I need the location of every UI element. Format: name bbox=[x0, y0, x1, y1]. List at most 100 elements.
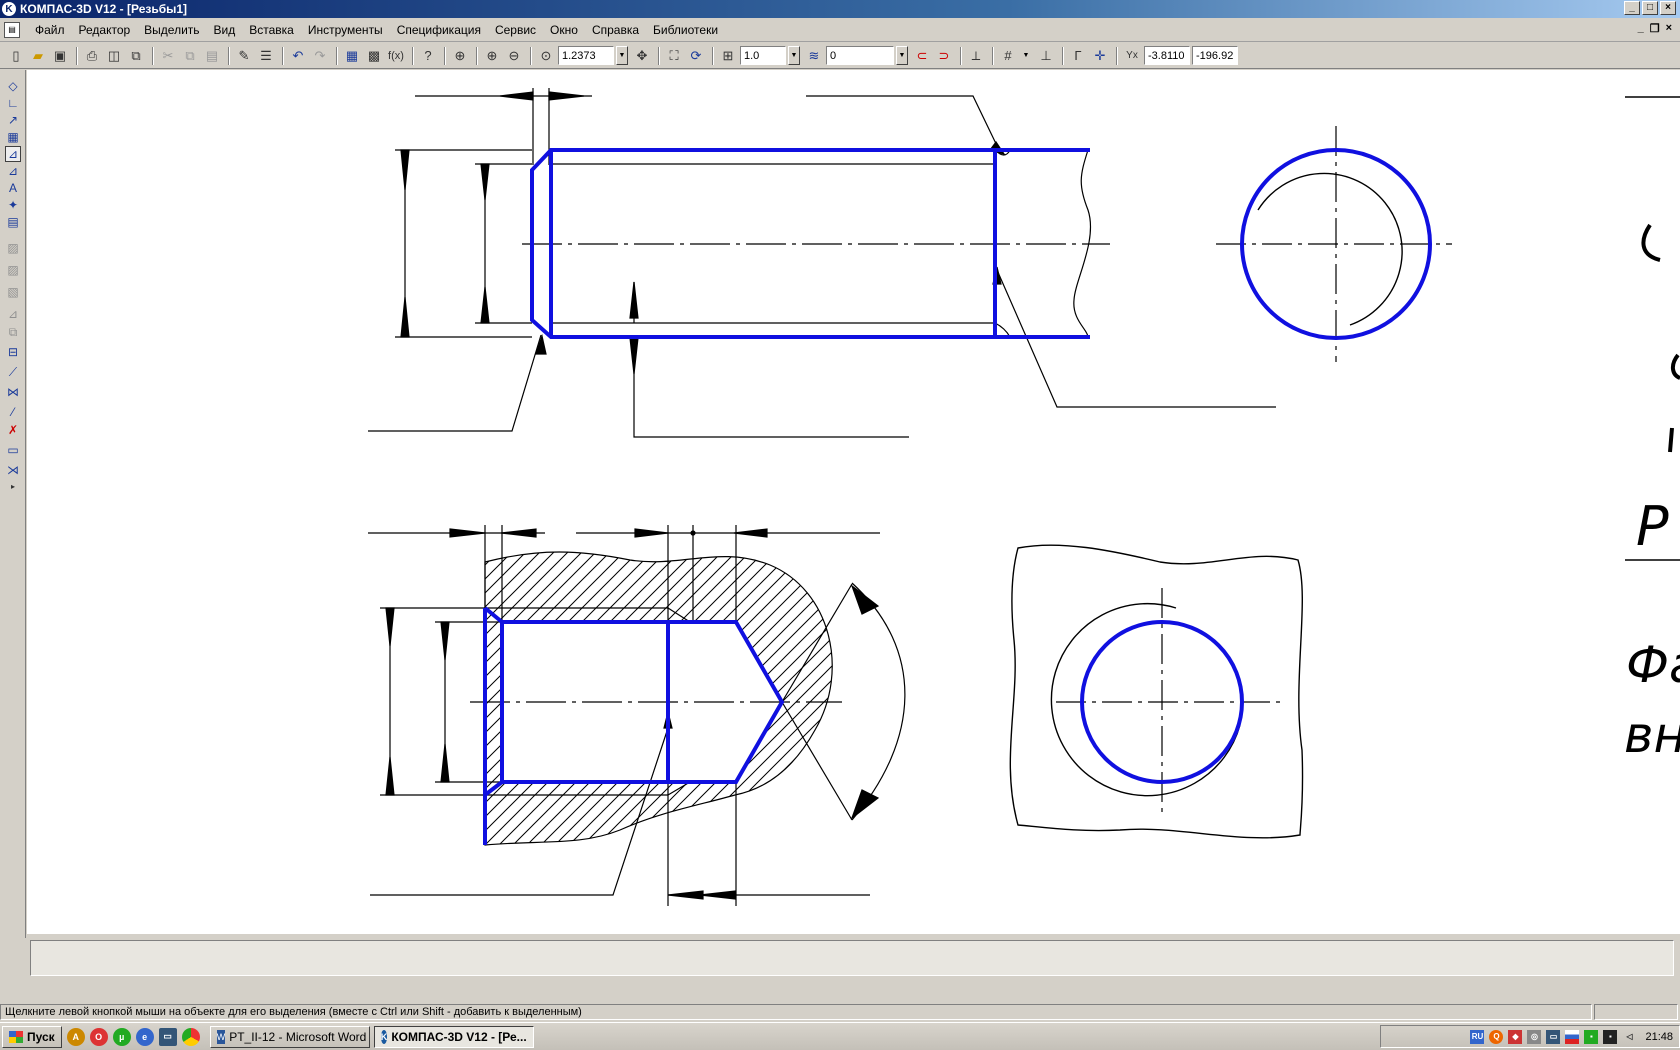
insert-icon[interactable]: ▨ bbox=[5, 262, 21, 278]
document-icon[interactable]: ▤ bbox=[4, 21, 20, 38]
paste-icon[interactable]: ▤ bbox=[202, 46, 222, 66]
menu-libraries[interactable]: Библиотеки bbox=[646, 23, 725, 37]
quicklaunch-chrome-icon[interactable] bbox=[181, 1027, 200, 1046]
geometry-icon[interactable]: ◇ bbox=[5, 78, 21, 94]
new-file-icon[interactable]: ▯ bbox=[6, 46, 26, 66]
rectangle-icon[interactable]: ▭ bbox=[5, 442, 21, 458]
multiline-icon[interactable]: ⧉ bbox=[5, 324, 21, 340]
associative-views-icon[interactable]: ✦ bbox=[5, 197, 21, 213]
snap-local-icon[interactable]: ⊃ bbox=[934, 46, 954, 66]
macro-icon[interactable]: ⊿ bbox=[5, 306, 21, 322]
drawing-sheet[interactable]: Р Фа вн bbox=[27, 70, 1680, 934]
tray-black-icon[interactable]: ▪ bbox=[1603, 1029, 1618, 1044]
quicklaunch-opera-icon[interactable]: O bbox=[89, 1027, 108, 1046]
minimize-button[interactable]: _ bbox=[1624, 1, 1640, 15]
tray-network-icon[interactable]: ◎ bbox=[1527, 1029, 1542, 1044]
language-indicator[interactable]: RU bbox=[1470, 1029, 1485, 1044]
snap-cursor-icon[interactable]: ✛ bbox=[1090, 46, 1110, 66]
cut-icon[interactable]: ✂ bbox=[158, 46, 178, 66]
round-icon[interactable]: Γ bbox=[1068, 46, 1088, 66]
select-icon[interactable]: A bbox=[5, 180, 21, 196]
format-brush-icon[interactable]: ✎ bbox=[234, 46, 254, 66]
close-button[interactable]: × bbox=[1660, 1, 1676, 15]
menu-insert[interactable]: Вставка bbox=[242, 23, 301, 37]
drawing-canvas[interactable]: Р Фа вн bbox=[27, 70, 1680, 934]
hatch-icon[interactable]: ⊟ bbox=[5, 344, 21, 360]
bisector-icon[interactable]: ⋈ bbox=[5, 384, 21, 400]
doc-close-button[interactable]: × bbox=[1666, 22, 1672, 35]
delete-icon[interactable]: ✗ bbox=[5, 422, 21, 438]
doc-minimize-button[interactable]: _ bbox=[1638, 22, 1644, 35]
show-all-icon[interactable]: ⛶ bbox=[664, 46, 684, 66]
manager-icon[interactable]: ▦ bbox=[342, 46, 362, 66]
properties-panel[interactable] bbox=[30, 940, 1674, 976]
redo-icon[interactable]: ↷ bbox=[310, 46, 330, 66]
start-button[interactable]: Пуск bbox=[2, 1025, 62, 1048]
designations-icon[interactable]: ↗ bbox=[5, 112, 21, 128]
step-icon[interactable]: ⊞ bbox=[718, 46, 738, 66]
zoom-out-icon[interactable]: ⊖ bbox=[504, 46, 524, 66]
copy-icon[interactable]: ⧉ bbox=[180, 46, 200, 66]
print-icon[interactable]: ⎙ bbox=[82, 46, 102, 66]
grid-dropdown-icon[interactable]: ▼ bbox=[1020, 46, 1032, 65]
copy-props-icon[interactable]: ⧉ bbox=[126, 46, 146, 66]
ortho-icon[interactable]: ⟂ bbox=[966, 46, 986, 66]
coord-y-field[interactable]: -196.92 bbox=[1192, 46, 1238, 65]
menu-specification[interactable]: Спецификация bbox=[390, 23, 488, 37]
menu-select[interactable]: Выделить bbox=[137, 23, 206, 37]
library-icon[interactable]: ▩ bbox=[364, 46, 384, 66]
menu-editor[interactable]: Редактор bbox=[72, 23, 138, 37]
zoom-scale-icon[interactable]: ⊙ bbox=[536, 46, 556, 66]
report-icon[interactable]: ▨ bbox=[5, 240, 21, 256]
parametrization-icon[interactable]: ⊿ bbox=[5, 146, 21, 162]
pan-icon[interactable]: ✥ bbox=[632, 46, 652, 66]
hole-end-view[interactable] bbox=[1009, 544, 1304, 839]
rod-end-view[interactable] bbox=[1216, 126, 1452, 362]
tray-app-icon[interactable]: Q bbox=[1489, 1029, 1504, 1044]
menu-window[interactable]: Окно bbox=[543, 23, 585, 37]
layer-field[interactable]: 0 bbox=[826, 46, 894, 65]
quicklaunch-app-icon[interactable]: A bbox=[66, 1027, 85, 1046]
print-preview-icon[interactable]: ◫ bbox=[104, 46, 124, 66]
menu-file[interactable]: Файл bbox=[28, 23, 72, 37]
tray-green-icon[interactable]: ▪ bbox=[1584, 1029, 1599, 1044]
quicklaunch-ie-icon[interactable]: e bbox=[135, 1027, 154, 1046]
local-cs-icon[interactable]: ⊥ bbox=[1036, 46, 1056, 66]
rod-front-view[interactable] bbox=[368, 88, 1276, 438]
maximize-button[interactable]: □ bbox=[1642, 1, 1658, 15]
doc-restore-button[interactable]: ❐ bbox=[1650, 22, 1660, 35]
parallel-line-icon[interactable]: ⁄ bbox=[5, 404, 21, 420]
layer-icon[interactable]: ≋ bbox=[804, 46, 824, 66]
step-field[interactable]: 1.0 bbox=[740, 46, 786, 65]
layer-dropdown-icon[interactable]: ▼ bbox=[896, 46, 908, 65]
snap-magnet-icon[interactable]: ⊂ bbox=[912, 46, 932, 66]
measure-icon[interactable]: ⊿ bbox=[5, 163, 21, 179]
edit-icon[interactable]: ▦ bbox=[5, 129, 21, 145]
dimensions-icon[interactable]: ∟ bbox=[5, 95, 21, 111]
menu-help[interactable]: Справка bbox=[585, 23, 646, 37]
tray-antivirus-icon[interactable]: ◆ bbox=[1508, 1029, 1523, 1044]
menu-service[interactable]: Сервис bbox=[488, 23, 543, 37]
zoom-window-icon[interactable]: ⊕ bbox=[450, 46, 470, 66]
properties-icon[interactable]: ☰ bbox=[256, 46, 276, 66]
taskbar-kompas-button[interactable]: K КОМПАС-3D V12 - [Ре... bbox=[373, 1025, 534, 1048]
coord-x-field[interactable]: -3.8110 bbox=[1144, 46, 1190, 65]
quicklaunch-utorrent-icon[interactable]: µ bbox=[112, 1027, 131, 1046]
fragment-icon[interactable]: ▧ bbox=[5, 284, 21, 300]
symmetry-icon[interactable]: ⋊ bbox=[5, 462, 21, 478]
menu-view[interactable]: Вид bbox=[207, 23, 243, 37]
zoom-in-icon[interactable]: ⊕ bbox=[482, 46, 502, 66]
undo-icon[interactable]: ↶ bbox=[288, 46, 308, 66]
zoom-dropdown-icon[interactable]: ▼ bbox=[616, 46, 628, 65]
volume-icon[interactable]: ◁ bbox=[1622, 1030, 1636, 1044]
step-dropdown-icon[interactable]: ▼ bbox=[788, 46, 800, 65]
tray-monitor-icon[interactable]: ▭ bbox=[1546, 1029, 1561, 1044]
quicklaunch-desktop-icon[interactable]: ▭ bbox=[158, 1027, 177, 1046]
tray-flag-icon[interactable] bbox=[1565, 1029, 1580, 1044]
expand-chevron-icon[interactable]: ▸ bbox=[5, 478, 21, 494]
refresh-icon[interactable]: ⟳ bbox=[686, 46, 706, 66]
open-folder-icon[interactable]: ▰ bbox=[28, 46, 48, 66]
taskbar-word-button[interactable]: W PT_II-12 - Microsoft Word bbox=[209, 1025, 370, 1048]
spec-icon[interactable]: ▤ bbox=[5, 214, 21, 230]
tangent-line-icon[interactable]: ⟋ bbox=[5, 364, 21, 380]
